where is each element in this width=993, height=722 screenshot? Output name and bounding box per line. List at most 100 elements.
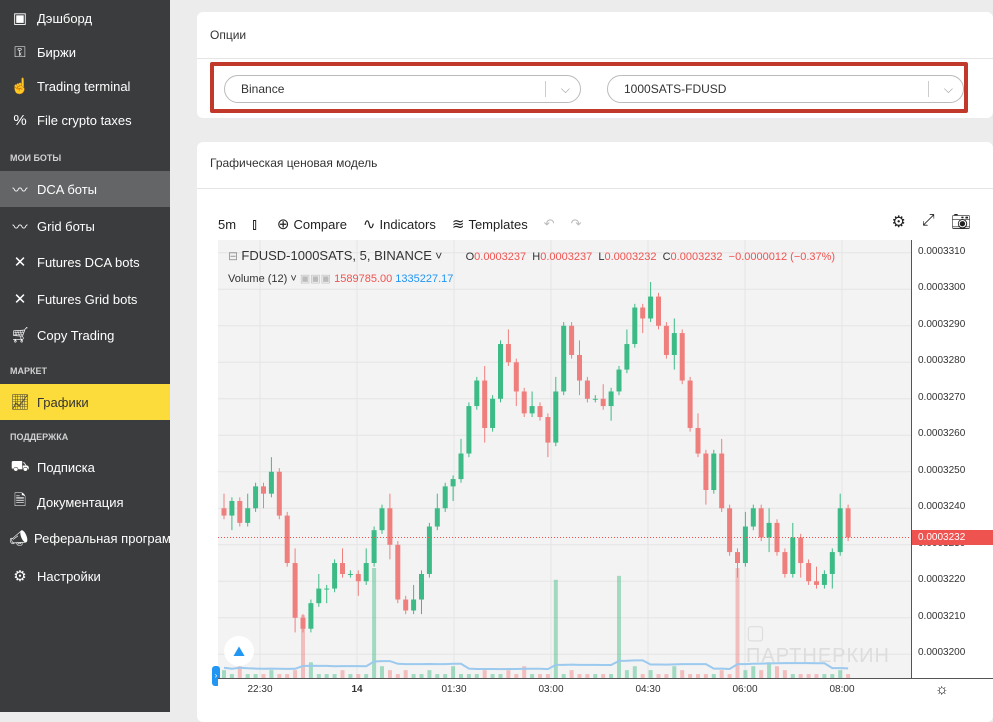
candle (837, 508, 843, 553)
redo-button[interactable]: ↷ (571, 216, 582, 232)
hand-pointer-icon: ☝ (10, 78, 30, 95)
candle (268, 471, 274, 494)
volume-bar (648, 670, 653, 678)
candle (592, 398, 598, 400)
candle (442, 486, 448, 509)
price-axis[interactable]: 0.0003310 0.0003300 0.0003290 0.0003280 0.00… (911, 240, 993, 678)
exchange-select[interactable]: Binance ⌵ (224, 75, 581, 103)
volume-bar (293, 670, 298, 678)
candle (450, 479, 456, 487)
volume-bar (222, 670, 226, 678)
compare-label: Compare (293, 216, 347, 232)
sidebar-item-label: Подписка (37, 459, 95, 475)
collapse-icon[interactable]: ⊟ (228, 249, 238, 263)
settings-icon[interactable]: ⚙ (892, 212, 906, 232)
candle (766, 522, 772, 538)
dashboard-icon: ▣ (12, 10, 28, 27)
interval-button[interactable]: 5m (218, 217, 236, 232)
volume-ma-value: 1335227.17 (395, 273, 454, 285)
sidebar-item-grid-bot[interactable]: 〰 Grid боты (0, 208, 170, 244)
sidebar-item-label: Настройки (37, 568, 101, 584)
candle (640, 307, 646, 319)
sidebar-item-cart-plus[interactable]: ⛟ Подписка (0, 449, 170, 485)
volume-legend: Volume (12) ˅ ▣▣▣ 1589785.00 1335227.17 (228, 273, 454, 285)
time-axis[interactable]: ☼ 22:30 14 01:30 03:00 04:30 06:00 08:00 (218, 678, 993, 702)
sidebar-section-title: ПОДДЕРЖКА (10, 432, 69, 442)
candle (545, 417, 551, 443)
candle (569, 325, 575, 355)
tradingview-logo[interactable]: ⛰ (224, 636, 254, 666)
candle (616, 369, 622, 392)
volume-bar (308, 662, 313, 678)
sidebar-item-futures-dca[interactable]: ✕ Futures DCA bots (0, 244, 170, 280)
sidebar-item-dca-bot[interactable]: 〰 DCA боты (0, 171, 170, 207)
sidebar-item-megaphone[interactable]: 📣︎ Реферальная программа (0, 520, 170, 556)
sidebar-item-hand-pointer[interactable]: ☝ Trading terminal (0, 68, 170, 104)
candle (324, 588, 330, 590)
sidebar-item-futures-grid[interactable]: ✕ Futures Grid bots (0, 281, 170, 317)
futures-dca-icon: ✕ (13, 254, 27, 271)
volume-bar (403, 670, 408, 678)
chart-plot-area[interactable]: ⊟ FDUSD-1000SATS, 5, BINANCE ˅ O0.000323… (212, 240, 911, 686)
candle (261, 486, 266, 494)
candle (750, 508, 756, 527)
undo-button[interactable]: ↶ (544, 216, 555, 232)
sidebar-item-dashboard[interactable]: ▣ Дэшборд (0, 0, 170, 36)
volume-value: 1589785.00 (334, 273, 393, 285)
open-label: O (465, 251, 475, 263)
candle (553, 391, 559, 443)
candle (379, 508, 385, 531)
chart-type-button[interactable]: ⫾ (252, 216, 261, 233)
sidebar-item-key[interactable]: ⚿ Биржи (0, 34, 170, 70)
sidebar-item-percent[interactable]: % File crypto taxes (0, 102, 170, 138)
sidebar: ▣ Дэшборд ⚿ Биржи ☝ Trading terminal% File cry… (0, 0, 170, 712)
candle (821, 573, 827, 585)
change-value: −0.0000012 (−0.37%) (728, 251, 836, 263)
candle (426, 526, 432, 574)
indicators-button[interactable]: ∿ Indicators (363, 215, 436, 233)
volume-controls-icon[interactable]: ▣▣▣ (300, 273, 331, 285)
sidebar-item-chart[interactable]: 📈︎ Графики (0, 384, 170, 420)
close-value: 0.0003232 (670, 251, 723, 263)
price-tick-label: 0.0003300 (918, 282, 966, 294)
price-tick-label: 0.0003220 (918, 574, 966, 586)
sidebar-item-gear[interactable]: ⚙ Настройки (0, 558, 170, 594)
candle (632, 307, 638, 345)
candle (474, 380, 480, 407)
fullscreen-icon[interactable]: ⤢ (922, 212, 935, 232)
axis-settings-icon[interactable]: ☼ (935, 681, 949, 698)
chevron-down-icon: ⌵ (560, 82, 570, 96)
cart-icon: 🛒︎ (10, 327, 30, 344)
candle (340, 563, 345, 574)
volume-label[interactable]: Volume (12) (228, 273, 287, 285)
templates-button[interactable]: ≋ Templates (452, 215, 528, 233)
price-tick-label: 0.0003210 (918, 610, 966, 622)
candle (806, 563, 812, 582)
candle (679, 333, 685, 381)
sidebar-item-cart[interactable]: 🛒︎ Copy Trading (0, 317, 170, 353)
volume-bar (387, 670, 392, 678)
megaphone-icon: 📣︎ (9, 530, 29, 547)
sidebar-item-label: Дэшборд (37, 10, 93, 26)
indicators-icon: ∿ (362, 216, 376, 233)
gear-icon: ⚙ (13, 568, 27, 585)
candle (561, 325, 567, 392)
pair-value: 1000SATS-FDUSD (624, 82, 727, 96)
symbol-label[interactable]: FDUSD-1000SATS, 5, BINANCE (241, 248, 431, 263)
interval-label: 5m (218, 216, 237, 232)
candle (308, 603, 314, 629)
camera-icon[interactable]: 📷︎ (951, 212, 971, 232)
candle (332, 563, 338, 589)
sidebar-item-label: File crypto taxes (37, 112, 132, 128)
candlestick-chart[interactable] (218, 240, 911, 678)
volume-bar (632, 666, 637, 678)
pair-select[interactable]: 1000SATS-FDUSD ⌵ (607, 75, 964, 103)
candle (387, 508, 393, 545)
document-icon: 🗎 (13, 491, 27, 509)
divider (545, 81, 546, 97)
sidebar-item-document[interactable]: 🗎 Документация (0, 484, 170, 520)
volume-bar (340, 670, 345, 678)
volume-bar (482, 670, 487, 678)
candle (245, 508, 251, 523)
compare-button[interactable]: ⊕ Compare (277, 215, 347, 233)
